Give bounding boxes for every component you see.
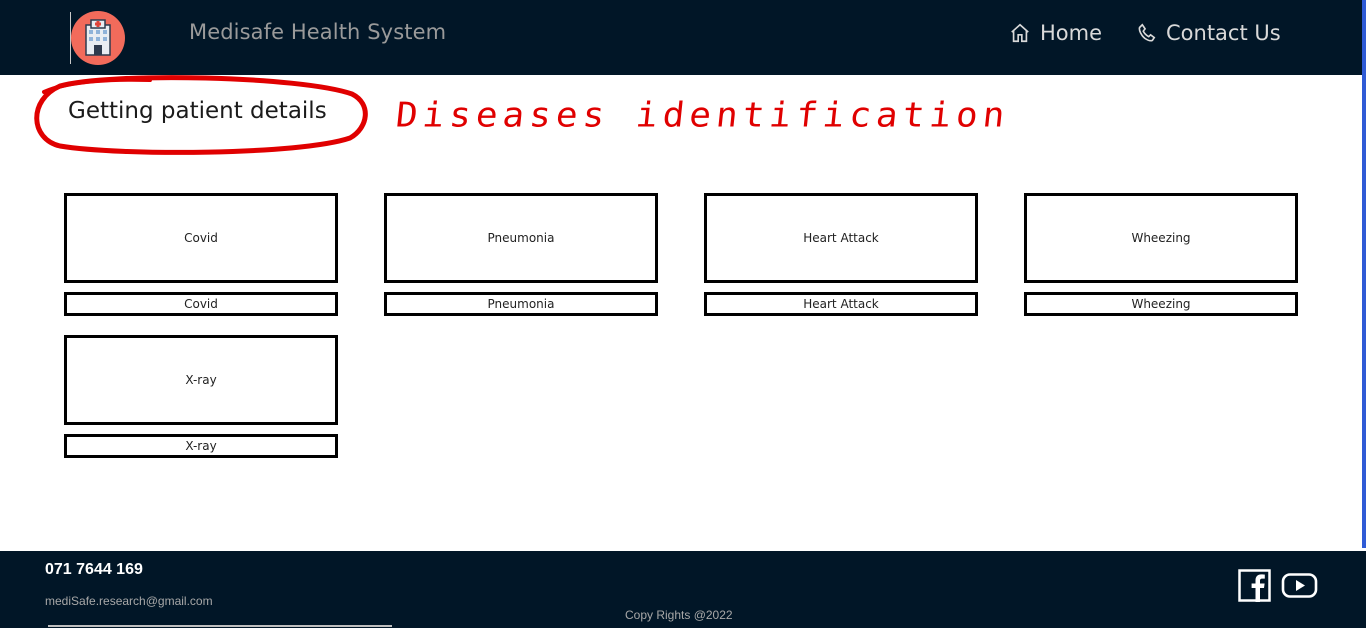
heart-attack-button[interactable]: Heart Attack bbox=[704, 292, 978, 316]
facebook-icon[interactable] bbox=[1238, 569, 1271, 602]
footer-copyright: Copy Rights @2022 bbox=[625, 608, 733, 622]
youtube-icon[interactable] bbox=[1281, 569, 1318, 602]
card-x-ray[interactable]: X-ray bbox=[64, 335, 338, 425]
card-pneumonia[interactable]: Pneumonia bbox=[384, 193, 658, 283]
handwritten-annotation: Diseases identification bbox=[393, 96, 1012, 135]
nav-contact-us[interactable]: Contact Us bbox=[1135, 19, 1281, 47]
footer-email[interactable]: mediSafe.research@gmail.com bbox=[45, 594, 213, 608]
covid-button[interactable]: Covid bbox=[64, 292, 338, 316]
footer-phone: 071 7644 169 bbox=[45, 561, 143, 578]
footer-divider bbox=[48, 625, 392, 627]
card-wheezing[interactable]: Wheezing bbox=[1024, 193, 1298, 283]
wheezing-button[interactable]: Wheezing bbox=[1024, 292, 1298, 316]
nav-home[interactable]: Home bbox=[1009, 19, 1102, 47]
nav-home-label: Home bbox=[1040, 21, 1103, 45]
card-heart-attack[interactable]: Heart Attack bbox=[704, 193, 978, 283]
window-edge bbox=[1362, 0, 1366, 548]
home-icon bbox=[1011, 23, 1029, 43]
x-ray-button[interactable]: X-ray bbox=[64, 434, 338, 458]
brand-name[interactable]: Medisafe Health System bbox=[189, 20, 446, 44]
hospital-logo-icon[interactable] bbox=[71, 11, 125, 65]
page-title: Getting patient details bbox=[68, 98, 327, 124]
nav-contact-label: Contact Us bbox=[1166, 21, 1281, 45]
card-covid[interactable]: Covid bbox=[64, 193, 338, 283]
pneumonia-button[interactable]: Pneumonia bbox=[384, 292, 658, 316]
phone-icon bbox=[1138, 23, 1156, 42]
